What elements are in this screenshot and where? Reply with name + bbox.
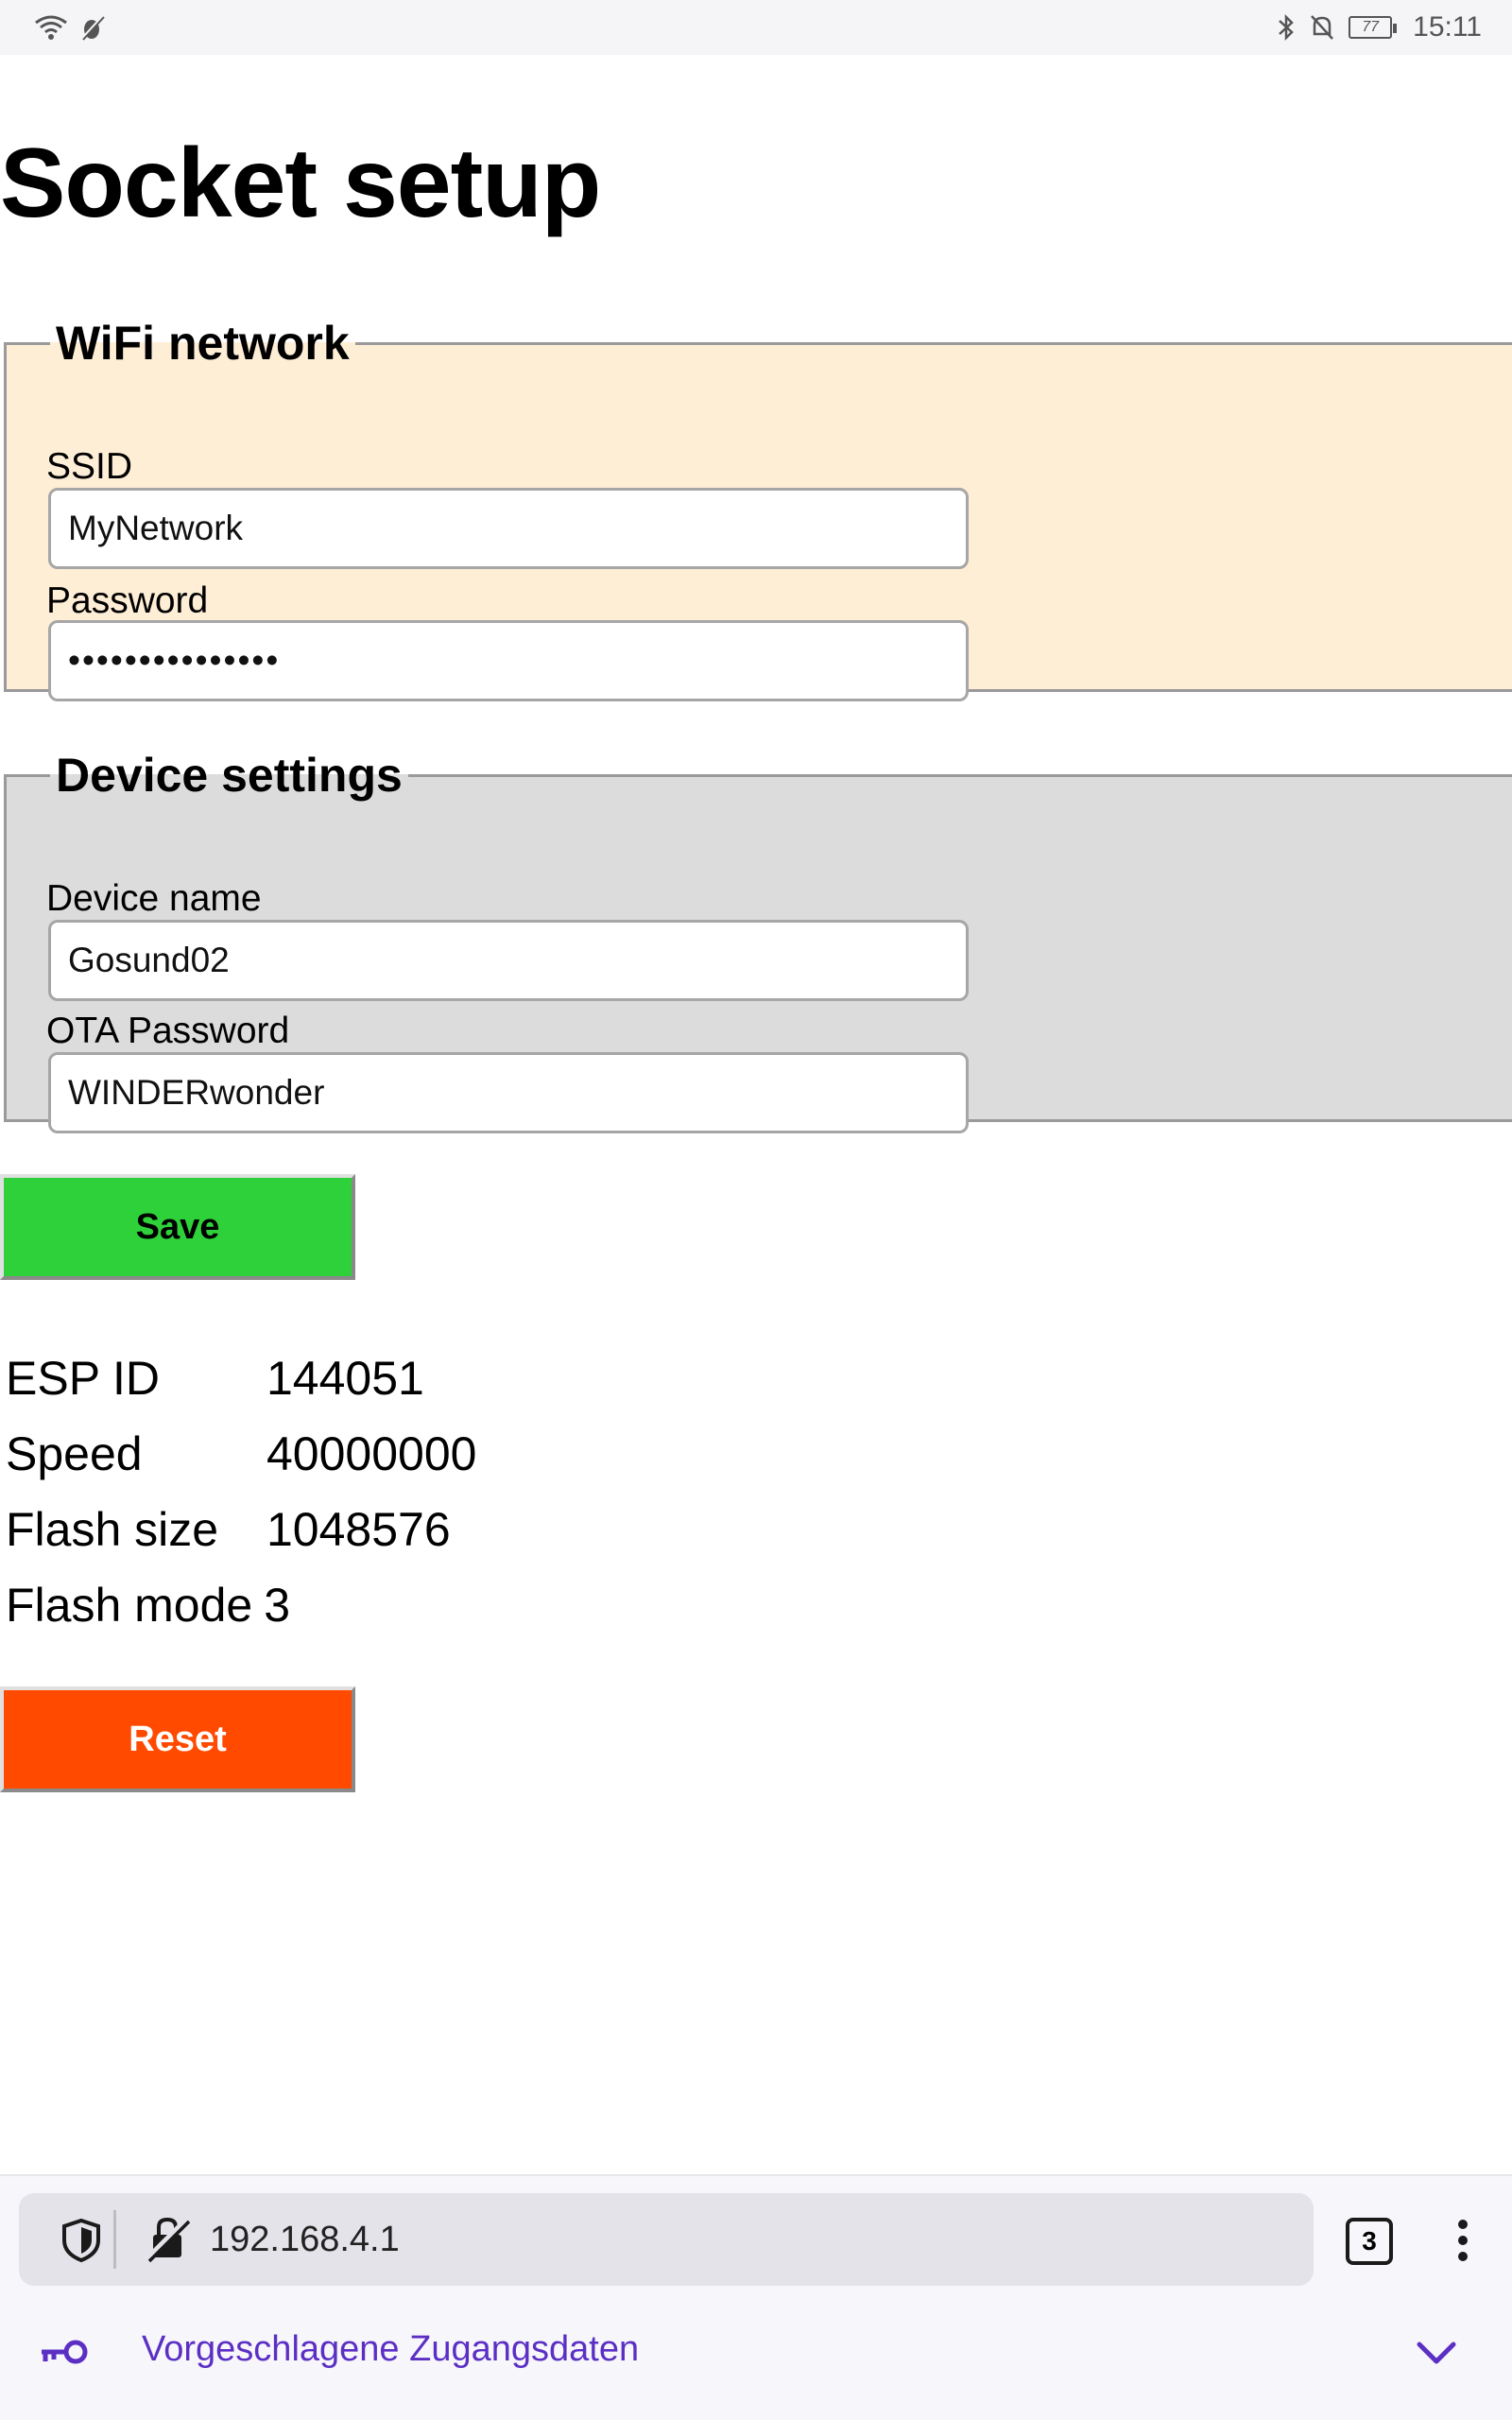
wifi-network-legend: WiFi network xyxy=(56,317,350,370)
info-key: Flash size xyxy=(6,1503,219,1556)
status-bar: 77 15:11 xyxy=(0,0,1512,55)
chevron-down-icon[interactable] xyxy=(1412,2327,1461,2377)
usb-debug-icon xyxy=(79,15,105,42)
bluetooth-icon xyxy=(1279,13,1294,42)
info-key: Flash mode xyxy=(6,1579,253,1632)
info-key: Speed xyxy=(6,1427,143,1480)
page-title: Socket setup xyxy=(0,129,601,238)
info-value: 40000000 xyxy=(266,1427,477,1480)
notifications-off-icon xyxy=(1311,15,1334,40)
url-text[interactable]: 192.168.4.1 xyxy=(210,2220,400,2260)
suggested-credentials-bar[interactable]: Vorgeschlagene Zugangsdaten xyxy=(0,2290,1512,2420)
password-input[interactable] xyxy=(48,620,969,701)
suggested-credentials-label[interactable]: Vorgeschlagene Zugangsdaten xyxy=(142,2329,639,2370)
key-icon xyxy=(42,2340,88,2364)
info-key: ESP ID xyxy=(6,1352,161,1405)
ssid-input[interactable] xyxy=(48,488,969,569)
ota-password-label: OTA Password xyxy=(46,1011,290,1051)
overflow-menu-icon[interactable] xyxy=(1455,2220,1470,2267)
battery-icon: 77 xyxy=(1349,16,1398,39)
info-value: 1048576 xyxy=(266,1503,451,1556)
save-button[interactable]: Save xyxy=(0,1174,355,1280)
browser-toolbar: 192.168.4.1 3 xyxy=(0,2174,1512,2290)
status-left xyxy=(34,13,106,42)
device-name-input[interactable] xyxy=(48,920,969,1001)
device-settings-legend: Device settings xyxy=(56,749,403,802)
info-row-flash-mode: Flash mode 3 xyxy=(6,1567,476,1643)
wifi-network-group: WiFi network SSID Password xyxy=(4,317,1512,701)
info-value: 144051 xyxy=(266,1352,424,1405)
insecure-connection-icon[interactable] xyxy=(142,2212,195,2265)
reset-button[interactable]: Reset xyxy=(0,1686,355,1792)
tracking-protection-shield-icon[interactable] xyxy=(60,2218,102,2263)
ssid-label: SSID xyxy=(46,446,133,487)
device-name-label: Device name xyxy=(46,878,262,919)
password-label: Password xyxy=(46,580,209,621)
url-divider xyxy=(113,2210,116,2269)
ota-password-input[interactable] xyxy=(48,1052,969,1133)
status-time: 15:11 xyxy=(1413,11,1482,43)
info-row-speed: Speed 40000000 xyxy=(6,1416,476,1492)
wifi-icon xyxy=(35,15,67,40)
url-bar[interactable]: 192.168.4.1 xyxy=(19,2193,1314,2286)
info-row-flash-size: Flash size 1048576 xyxy=(6,1492,476,1567)
info-row-esp-id: ESP ID 144051 xyxy=(6,1340,476,1416)
device-info-table: ESP ID 144051 Speed 40000000 Flash size … xyxy=(6,1340,476,1643)
device-settings-group: Device settings Device name OTA Password xyxy=(4,749,1512,1133)
info-value: 3 xyxy=(264,1579,291,1632)
status-right: 77 15:11 xyxy=(1277,11,1482,43)
tabs-button[interactable]: 3 xyxy=(1346,2218,1393,2265)
